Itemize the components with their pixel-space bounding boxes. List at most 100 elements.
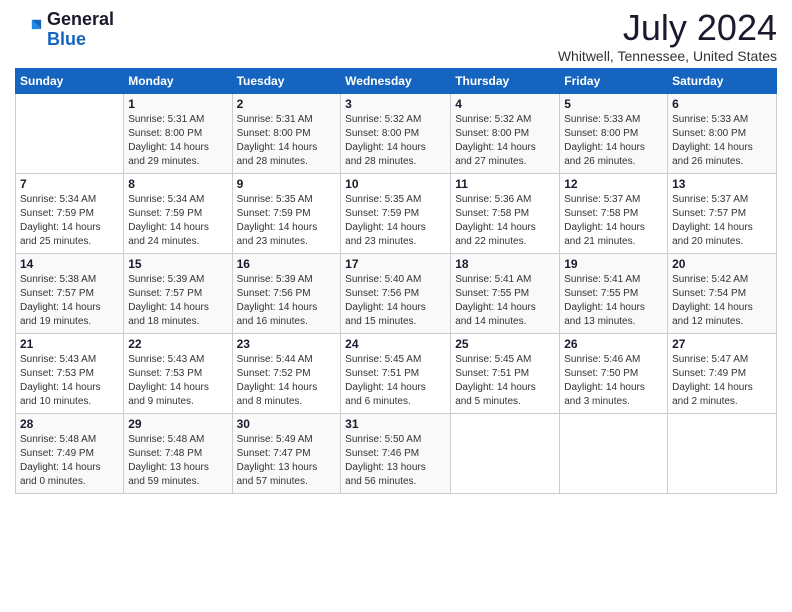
day-info: Sunrise: 5:44 AMSunset: 7:52 PMDaylight:… (237, 353, 337, 409)
calendar-week-row: 28Sunrise: 5:48 AMSunset: 7:49 PMDayligh… (16, 414, 777, 494)
day-number: 7 (20, 177, 119, 191)
calendar-week-row: 21 Sunrise: 5:43 AMSunset: 7:53 PMDayligh… (16, 334, 777, 414)
calendar-week-row: 1 Sunrise: 5:31 AMSunset: 8:00 PMDaylight… (16, 94, 777, 174)
page-container: General Blue July 2024 Whitwell, Tenness… (0, 0, 792, 504)
day-info: Sunrise: 5:45 AMSunset: 7:51 PMDaylight:… (455, 353, 555, 409)
weekday-friday: Friday (560, 69, 668, 94)
day-number: 11 (455, 177, 555, 191)
table-row (16, 94, 124, 174)
logo-general: General (47, 9, 114, 29)
day-number: 22 (128, 337, 227, 351)
day-info: Sunrise: 5:41 AMSunset: 7:55 PMDaylight:… (564, 273, 663, 329)
day-number: 19 (564, 257, 663, 271)
day-number: 29 (128, 417, 227, 431)
day-info: Sunrise: 5:31 AMSunset: 8:00 PMDaylight:… (128, 113, 227, 169)
table-row: 25 Sunrise: 5:45 AMSunset: 7:51 PMDayligh… (451, 334, 560, 414)
day-info: Sunrise: 5:31 AMSunset: 8:00 PMDaylight:… (237, 113, 337, 169)
table-row: 9 Sunrise: 5:35 AMSunset: 7:59 PMDaylight… (232, 174, 341, 254)
day-info: Sunrise: 5:50 AMSunset: 7:46 PMDaylight:… (345, 433, 446, 489)
day-number: 28 (20, 417, 119, 431)
day-info: Sunrise: 5:37 AMSunset: 7:57 PMDaylight:… (672, 193, 772, 249)
day-info: Sunrise: 5:35 AMSunset: 7:59 PMDaylight:… (237, 193, 337, 249)
weekday-saturday: Saturday (668, 69, 777, 94)
day-number: 18 (455, 257, 555, 271)
day-number: 27 (672, 337, 772, 351)
location-subtitle: Whitwell, Tennessee, United States (558, 48, 777, 64)
table-row (560, 414, 668, 494)
day-number: 12 (564, 177, 663, 191)
day-info: Sunrise: 5:34 AMSunset: 7:59 PMDaylight:… (128, 193, 227, 249)
table-row: 3 Sunrise: 5:32 AMSunset: 8:00 PMDaylight… (341, 94, 451, 174)
day-number: 5 (564, 97, 663, 111)
table-row: 19 Sunrise: 5:41 AMSunset: 7:55 PMDayligh… (560, 254, 668, 334)
table-row (668, 414, 777, 494)
table-row: 22 Sunrise: 5:43 AMSunset: 7:53 PMDayligh… (124, 334, 232, 414)
day-number: 21 (20, 337, 119, 351)
table-row: 4Sunrise: 5:32 AMSunset: 8:00 PMDaylight… (451, 94, 560, 174)
day-number: 3 (345, 97, 446, 111)
table-row: 12 Sunrise: 5:37 AMSunset: 7:58 PMDayligh… (560, 174, 668, 254)
day-number: 14 (20, 257, 119, 271)
day-info: Sunrise: 5:43 AMSunset: 7:53 PMDaylight:… (128, 353, 227, 409)
table-row: 18 Sunrise: 5:41 AMSunset: 7:55 PMDayligh… (451, 254, 560, 334)
table-row: 23 Sunrise: 5:44 AMSunset: 7:52 PMDayligh… (232, 334, 341, 414)
day-info: Sunrise: 5:42 AMSunset: 7:54 PMDaylight:… (672, 273, 772, 329)
day-info: Sunrise: 5:49 AMSunset: 7:47 PMDaylight:… (237, 433, 337, 489)
day-info: Sunrise: 5:43 AMSunset: 7:53 PMDaylight:… (20, 353, 119, 409)
day-number: 2 (237, 97, 337, 111)
day-number: 23 (237, 337, 337, 351)
day-info: Sunrise: 5:46 AMSunset: 7:50 PMDaylight:… (564, 353, 663, 409)
weekday-wednesday: Wednesday (341, 69, 451, 94)
day-info: Sunrise: 5:39 AMSunset: 7:56 PMDaylight:… (237, 273, 337, 329)
logo-text: General Blue (47, 10, 114, 50)
table-row: 11 Sunrise: 5:36 AMSunset: 7:58 PMDayligh… (451, 174, 560, 254)
day-number: 17 (345, 257, 446, 271)
logo-icon (15, 16, 43, 44)
day-number: 1 (128, 97, 227, 111)
day-number: 4 (455, 97, 555, 111)
calendar-week-row: 14Sunrise: 5:38 AMSunset: 7:57 PMDayligh… (16, 254, 777, 334)
table-row: 31Sunrise: 5:50 AMSunset: 7:46 PMDayligh… (341, 414, 451, 494)
calendar-week-row: 7 Sunrise: 5:34 AMSunset: 7:59 PMDaylight… (16, 174, 777, 254)
day-number: 15 (128, 257, 227, 271)
day-number: 8 (128, 177, 227, 191)
day-number: 25 (455, 337, 555, 351)
day-info: Sunrise: 5:47 AMSunset: 7:49 PMDaylight:… (672, 353, 772, 409)
table-row: 1 Sunrise: 5:31 AMSunset: 8:00 PMDaylight… (124, 94, 232, 174)
day-info: Sunrise: 5:41 AMSunset: 7:55 PMDaylight:… (455, 273, 555, 329)
weekday-header-row: Sunday Monday Tuesday Wednesday Thursday… (16, 69, 777, 94)
day-info: Sunrise: 5:32 AMSunset: 8:00 PMDaylight:… (345, 113, 446, 169)
day-info: Sunrise: 5:39 AMSunset: 7:57 PMDaylight:… (128, 273, 227, 329)
day-number: 13 (672, 177, 772, 191)
table-row: 8 Sunrise: 5:34 AMSunset: 7:59 PMDaylight… (124, 174, 232, 254)
table-row: 26Sunrise: 5:46 AMSunset: 7:50 PMDayligh… (560, 334, 668, 414)
table-row: 28Sunrise: 5:48 AMSunset: 7:49 PMDayligh… (16, 414, 124, 494)
table-row: 30Sunrise: 5:49 AMSunset: 7:47 PMDayligh… (232, 414, 341, 494)
logo: General Blue (15, 10, 114, 50)
table-row: 29 Sunrise: 5:48 AMSunset: 7:48 PMDayligh… (124, 414, 232, 494)
title-block: July 2024 Whitwell, Tennessee, United St… (558, 10, 777, 64)
table-row: 27 Sunrise: 5:47 AMSunset: 7:49 PMDayligh… (668, 334, 777, 414)
weekday-thursday: Thursday (451, 69, 560, 94)
weekday-sunday: Sunday (16, 69, 124, 94)
day-number: 9 (237, 177, 337, 191)
table-row (451, 414, 560, 494)
day-info: Sunrise: 5:34 AMSunset: 7:59 PMDaylight:… (20, 193, 119, 249)
day-info: Sunrise: 5:48 AMSunset: 7:48 PMDaylight:… (128, 433, 227, 489)
table-row: 6Sunrise: 5:33 AMSunset: 8:00 PMDaylight… (668, 94, 777, 174)
table-row: 10Sunrise: 5:35 AMSunset: 7:59 PMDayligh… (341, 174, 451, 254)
table-row: 16 Sunrise: 5:39 AMSunset: 7:56 PMDayligh… (232, 254, 341, 334)
day-number: 16 (237, 257, 337, 271)
logo-blue: Blue (47, 29, 86, 49)
table-row: 17Sunrise: 5:40 AMSunset: 7:56 PMDayligh… (341, 254, 451, 334)
day-info: Sunrise: 5:37 AMSunset: 7:58 PMDaylight:… (564, 193, 663, 249)
day-number: 10 (345, 177, 446, 191)
table-row: 20Sunrise: 5:42 AMSunset: 7:54 PMDayligh… (668, 254, 777, 334)
table-row: 2 Sunrise: 5:31 AMSunset: 8:00 PMDaylight… (232, 94, 341, 174)
day-number: 24 (345, 337, 446, 351)
day-info: Sunrise: 5:36 AMSunset: 7:58 PMDaylight:… (455, 193, 555, 249)
calendar-table: Sunday Monday Tuesday Wednesday Thursday… (15, 68, 777, 494)
table-row: 21 Sunrise: 5:43 AMSunset: 7:53 PMDayligh… (16, 334, 124, 414)
weekday-monday: Monday (124, 69, 232, 94)
month-title: July 2024 (558, 10, 777, 46)
